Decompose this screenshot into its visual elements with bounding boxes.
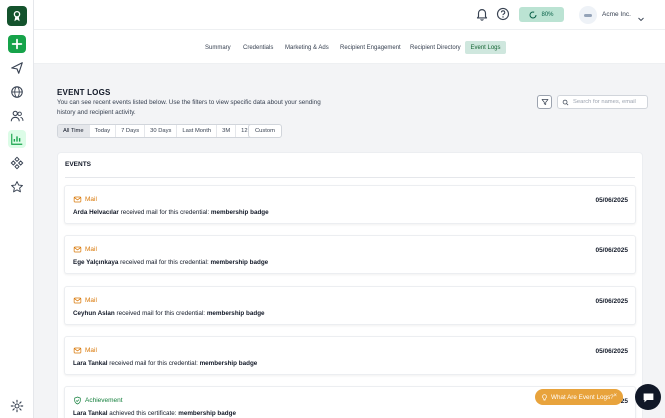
chevron-down-icon[interactable] (637, 10, 645, 22)
plus-icon[interactable] (8, 35, 26, 53)
event-credential: membership badge (206, 310, 265, 317)
tab-event-logs[interactable]: Event Logs (465, 41, 506, 54)
filter-button[interactable] (537, 95, 552, 109)
event-card[interactable]: Mail 05/06/2025 Ceyhun Aslan received ma… (64, 286, 636, 325)
event-description: Ege Yalçınkaya received mail for this cr… (73, 259, 268, 266)
events-title: EVENTS (65, 161, 92, 168)
chat-button[interactable] (635, 384, 661, 410)
star-icon[interactable] (8, 178, 26, 196)
event-credential: membership badge (210, 259, 269, 266)
lightbulb-icon (542, 393, 547, 400)
sidebar (0, 0, 34, 418)
event-credential: membership badge (178, 410, 236, 417)
tab-bar: Summary Credentials Marketing & Ads Reci… (34, 30, 665, 64)
event-date: 05/06/2025 (595, 348, 628, 355)
custom-range-button[interactable]: Custom (248, 124, 282, 138)
close-icon[interactable]: × (613, 393, 617, 399)
event-type: Mail (73, 346, 97, 355)
event-description: Ceyhun Aslan received mail for this cred… (73, 310, 265, 317)
event-card[interactable]: Mail 05/06/2025 Arda Helvacılar received… (64, 185, 636, 224)
event-recipient: Ege Yalçınkaya (73, 259, 119, 266)
settings-icon[interactable] (8, 397, 26, 415)
help-circle-icon[interactable] (496, 7, 510, 21)
event-action: received mail for this credential: (114, 310, 207, 317)
progress-label: 80% (541, 11, 554, 18)
event-credential: membership badge (210, 209, 269, 216)
range-3m[interactable]: 3M (217, 125, 237, 137)
event-description: Arda Helvacılar received mail for this c… (73, 209, 269, 216)
event-type-label: Mail (85, 297, 97, 304)
bell-icon[interactable] (475, 7, 489, 21)
event-type: Mail (73, 296, 97, 305)
progress-badge[interactable]: 80% (519, 7, 564, 22)
mail-icon (73, 246, 82, 253)
shield-check-icon (74, 396, 81, 405)
globe-icon[interactable] (8, 83, 26, 101)
tab-marketing-ads[interactable]: Marketing & Ads (280, 41, 334, 54)
help-pill-label: What Are Event Logs? (551, 393, 614, 401)
users-icon[interactable] (8, 107, 26, 125)
progress-ring-icon (529, 11, 537, 18)
event-date: 05/06/2025 (595, 247, 628, 254)
top-bar: 80% Acme Inc. (34, 0, 665, 30)
event-action: received mail for this credential: (118, 259, 211, 266)
event-type: Mail (73, 195, 97, 204)
tab-summary[interactable]: Summary (200, 41, 236, 54)
components-icon[interactable] (8, 154, 26, 172)
event-action: received mail for this credential: (107, 360, 200, 367)
event-type-label: Mail (85, 347, 97, 354)
chat-icon (643, 392, 653, 402)
org-name[interactable]: Acme Inc. (602, 11, 631, 18)
range-30-days[interactable]: 30 Days (145, 125, 178, 137)
divider (65, 177, 635, 178)
event-type-label: Mail (85, 246, 97, 253)
event-action: received mail for this credential: (118, 209, 211, 216)
event-recipient: Arda Helvacılar (73, 209, 119, 216)
event-date: 05/06/2025 (595, 298, 628, 305)
event-logs-help-pill[interactable]: What Are Event Logs? × (535, 389, 623, 405)
range-all-time[interactable]: All Time (58, 125, 90, 137)
range-last-month[interactable]: Last Month (177, 125, 218, 137)
page-description: You can see recent events listed below. … (57, 99, 321, 116)
event-description: Lara Tankal achieved this certificate: m… (73, 410, 236, 417)
event-card[interactable]: Mail 05/06/2025 Lara Tankal received mai… (64, 336, 636, 375)
event-recipient: Lara Tankal (73, 410, 108, 417)
tab-recipient-engagement[interactable]: Recipient Engagement (335, 41, 406, 54)
logo-icon[interactable] (7, 6, 27, 26)
date-range-group: All Time Today 7 Days 30 Days Last Month… (57, 124, 259, 138)
event-type: Mail (73, 245, 97, 254)
filter-icon (541, 99, 548, 105)
tab-recipient-directory[interactable]: Recipient Directory (405, 41, 466, 54)
org-avatar[interactable] (579, 6, 597, 24)
event-recipient: Ceyhun Aslan (73, 310, 115, 317)
event-credential: membership badge (199, 360, 258, 367)
tab-credentials[interactable]: Credentials (238, 41, 278, 54)
event-card[interactable]: Mail 05/06/2025 Ege Yalçınkaya received … (64, 235, 636, 274)
event-date: 05/06/2025 (595, 197, 628, 204)
send-icon[interactable] (8, 59, 26, 77)
search-input[interactable] (573, 99, 648, 105)
chart-icon[interactable] (8, 130, 26, 148)
mail-icon (73, 297, 82, 304)
range-today[interactable]: Today (90, 125, 117, 137)
search-box[interactable] (557, 95, 648, 109)
mail-icon (73, 347, 82, 354)
search-icon (562, 99, 569, 105)
event-recipient: Lara Tankal (73, 360, 108, 367)
mail-icon (73, 196, 82, 203)
event-description: Lara Tankal received mail for this crede… (73, 360, 257, 367)
range-7-days[interactable]: 7 Days (116, 125, 146, 137)
event-type-label: Mail (85, 196, 97, 203)
event-action: achieved this certificate: (107, 410, 179, 417)
page-title: EVENT LOGS (57, 88, 111, 97)
event-type: Achievement (73, 396, 123, 405)
event-type-label: Achievement (85, 397, 123, 404)
